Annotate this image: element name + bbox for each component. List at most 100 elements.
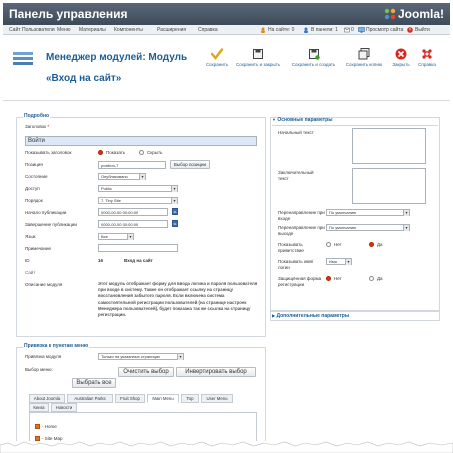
preview-site-link[interactable]: Просмотр сайта [366,27,403,33]
publish-down-input[interactable]: 0000-00-00 00:00:00 [98,220,168,228]
tab-user-menu[interactable]: User Menu [201,394,233,403]
tab-news[interactable]: Новости [51,403,77,412]
secure-no-label: Нет [334,276,342,281]
save-close-icon [253,49,263,59]
clear-selection-button[interactable]: Очистить выбор [118,367,174,377]
order-select[interactable]: 7. Tiny Site ▾ [98,197,178,204]
greeting-no-label: Нет [334,242,342,247]
save-copy-label: Сохранить копию [345,62,383,67]
module-description: Этот модуль отображает форму для ввода л… [98,281,258,318]
triangle-down-icon: ▼ [272,117,276,122]
details-legend: Подробно [23,113,51,119]
menu-content[interactable]: Материалы [79,27,106,33]
basic-params-header[interactable]: ▼ Основные параметры [272,117,438,126]
menu-site[interactable]: Сайт [9,27,21,33]
module-type-name: Вход на сайт [124,258,153,263]
secure-yes-label: Да [377,276,383,281]
site-online-count: На сайте: 0 [268,27,295,33]
advanced-params-header[interactable]: ▶ Дополнительные параметры [272,313,349,319]
panel-online-count: В панели: 1 [311,27,338,33]
name-select[interactable]: Имя ▾ [326,258,352,265]
note-label: Примечание [25,246,52,251]
language-select[interactable]: Все ▾ [98,233,134,240]
logout-redirect-value: По умолчанию [329,225,357,230]
save-close-label: Сохранить и закрыть [235,62,281,67]
access-select[interactable]: Public ▾ [98,185,178,192]
publish-up-input[interactable]: 0000-00-00 00:00:00 [98,208,168,216]
logout-link[interactable]: Выйти [415,27,430,33]
order-label: Порядок [25,198,43,203]
language-select-value: Все [101,234,108,239]
item-checkbox-home[interactable] [35,424,40,429]
save-button[interactable]: Сохранить [205,48,229,67]
menu-extensions[interactable]: Расширения [157,27,186,33]
help-button[interactable]: Справка [416,48,438,67]
secure-radio-yes[interactable] [369,276,374,281]
calendar-icon[interactable]: 31 [172,208,178,215]
tab-main-menu[interactable]: Main Menu [147,394,179,403]
module-assign-value: Только на указанных страницах [101,354,161,359]
joomla-logo-text: Joomla! [397,7,444,21]
menu-assignment-legend: Привязка к пунктам меню [23,343,90,349]
joomla-logo[interactable]: Joomla! [384,6,444,21]
close-button[interactable]: Закрыть [391,48,411,67]
close-icon [395,48,407,60]
id-label: ID [25,258,30,263]
logout-redirect-select[interactable]: По умолчанию ▾ [326,224,410,231]
close-label: Закрыть [392,62,410,67]
note-input[interactable] [98,244,178,252]
title-input[interactable]: Войти [25,136,257,146]
menu-item-home: - Home [42,424,57,429]
pre-text-textarea[interactable] [352,128,426,164]
menu-users[interactable]: Пользователи [22,27,55,33]
tab-book[interactable]: Книга [29,403,49,412]
page-subtitle: «Вход на сайт» [46,73,122,84]
chevron-down-icon: ▾ [127,234,133,240]
select-all-button[interactable]: Выбрать все [72,378,116,388]
menu-menus[interactable]: Меню [57,27,71,33]
advanced-params-title: Дополнительные параметры [276,313,350,319]
module-assign-select[interactable]: Только на указанных страницах ▾ [98,353,184,360]
tab-fruit-shop[interactable]: Fruit Shop [115,394,145,403]
save-copy-button[interactable]: Сохранить копию [345,48,383,67]
position-input[interactable]: position-7 [98,161,166,169]
login-redirect-select[interactable]: По умолчанию ▾ [326,209,410,216]
main-menu-bar: Сайт Пользователи Меню Материалы Компоне… [3,25,450,35]
admin-header: Панель управления Joomla! [3,3,450,25]
page-title: Менеджер модулей: Модуль [46,52,188,63]
save-new-label: Сохранить и создать [291,62,336,67]
menu-help[interactable]: Справка [198,27,218,33]
chevron-down-icon: ▾ [403,210,409,216]
greeting-label: Показывать приветствие [278,242,304,253]
login-redirect-value: По умолчанию [329,210,357,215]
invert-selection-button[interactable]: Инвертировать выбор [176,367,256,377]
messages-count[interactable]: 0 [351,27,354,33]
position-label: Позиция [25,162,43,167]
access-select-value: Public [101,186,112,191]
menu-components[interactable]: Компоненты [114,27,143,33]
calendar-icon[interactable]: 31 [172,220,178,227]
messages-icon [344,27,350,35]
tab-about-joomla[interactable]: About Joomla [29,394,65,403]
chevron-down-icon: ▾ [177,354,183,360]
admin-title: Панель управления [9,7,128,21]
save-label: Сохранить [205,62,229,67]
tab-top[interactable]: Top [181,394,199,403]
post-text-textarea[interactable] [352,168,426,204]
check-icon [211,48,223,60]
greeting-radio-no[interactable] [326,242,331,247]
preview-icon [358,27,365,35]
state-select[interactable]: Опубликовано ▾ [98,173,146,180]
title-label: Заголовок * [25,124,50,129]
secure-radio-no[interactable] [326,276,331,281]
save-new-button[interactable]: Сохранить и создать [290,48,337,67]
select-position-button[interactable]: Выбор позиции [170,160,210,169]
chevron-down-icon: ▾ [171,198,177,204]
show-title-off-label: Скрыть [147,150,163,155]
show-title-radio-on[interactable] [98,150,103,155]
joomla-icon [384,8,396,20]
save-close-button[interactable]: Сохранить и закрыть [234,48,282,67]
greeting-radio-yes[interactable] [369,242,374,247]
show-title-radio-off[interactable] [139,150,144,155]
tab-australian-parks[interactable]: Australian Parks [67,394,113,403]
